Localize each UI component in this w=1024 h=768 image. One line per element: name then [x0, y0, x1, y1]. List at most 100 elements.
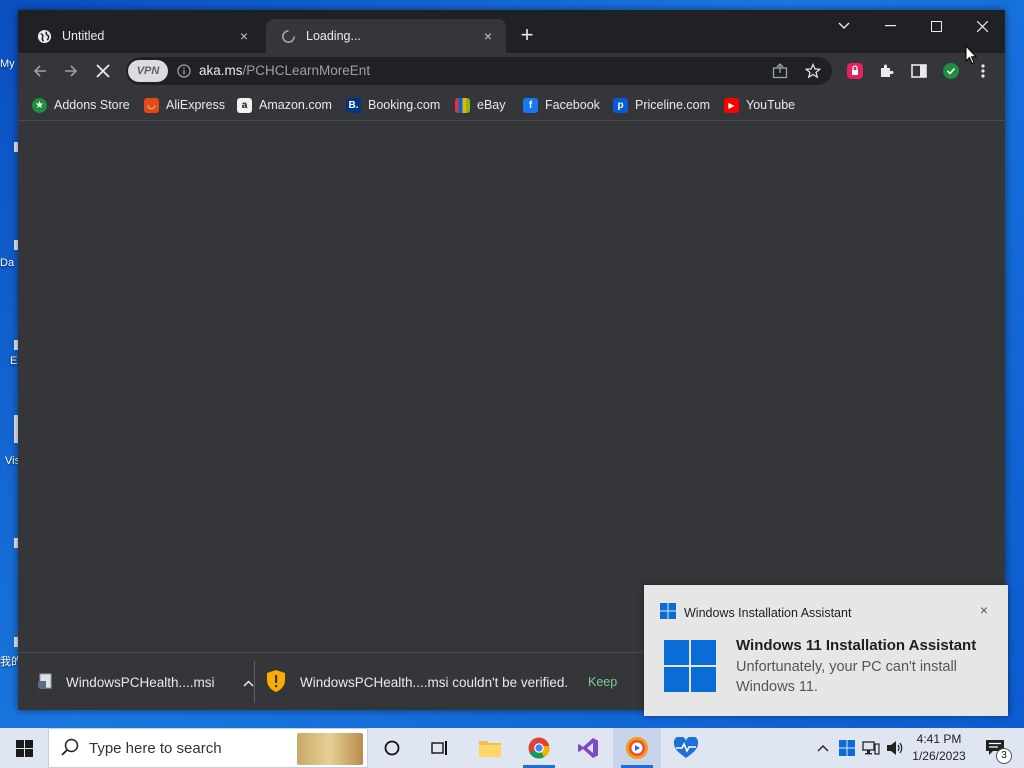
vpn-badge[interactable]: VPN	[128, 60, 168, 82]
bookmark-priceline[interactable]: p Priceline.com	[613, 96, 710, 114]
url-host: aka.ms	[199, 63, 243, 78]
chevron-down-icon	[838, 22, 850, 29]
close-tab-icon[interactable]: ×	[480, 28, 496, 44]
youtube-icon: ▶	[724, 97, 739, 113]
star-icon[interactable]	[804, 63, 822, 82]
task-view-icon	[431, 741, 447, 755]
visual-studio-icon	[578, 738, 598, 758]
facebook-icon: f	[523, 97, 538, 113]
folder-icon	[479, 741, 501, 757]
url-path: /PCHCLearnMoreEnt	[242, 63, 371, 78]
network-icon[interactable]	[860, 728, 882, 768]
loading-spinner-icon	[280, 28, 296, 44]
close-icon	[96, 64, 110, 78]
action-center-button[interactable]: 3	[980, 728, 1012, 768]
minimize-button[interactable]	[867, 10, 913, 42]
tab-loading[interactable]: Loading... ×	[266, 19, 506, 53]
visual-studio-button[interactable]	[564, 728, 612, 768]
tray-windows-update-icon[interactable]	[836, 728, 858, 768]
bookmark-label: eBay	[477, 98, 506, 112]
arrow-right-icon	[65, 65, 78, 77]
amazon-icon: a	[237, 97, 252, 113]
tab-untitled[interactable]: Untitled ×	[22, 19, 262, 53]
circle-icon	[384, 740, 400, 756]
side-panel-icon[interactable]	[909, 61, 929, 81]
close-window-button[interactable]	[959, 10, 1005, 42]
new-tab-button[interactable]: +	[515, 24, 539, 48]
desktop-label[interactable]: My	[0, 58, 15, 70]
desktop-label[interactable]: Da	[0, 257, 14, 269]
mouse-cursor-icon	[965, 45, 977, 65]
bookmark-label: YouTube	[746, 98, 796, 112]
tab-strip: Untitled × Loading... × +	[18, 10, 1005, 53]
download-item[interactable]: WindowsPCHealth....msi	[38, 653, 254, 711]
bookmark-label: Addons Store	[54, 98, 130, 112]
extension-lock-icon[interactable]	[845, 61, 865, 81]
chrome-icon	[528, 737, 550, 759]
shield-check-icon[interactable]	[941, 61, 961, 81]
globe-icon	[36, 28, 52, 44]
bookmark-label: Amazon.com	[259, 98, 332, 112]
show-hidden-icons-button[interactable]	[812, 728, 834, 768]
download-filename: WindowsPCHealth....msi	[66, 674, 215, 690]
info-icon[interactable]	[177, 64, 191, 81]
cortana-button[interactable]	[368, 728, 416, 768]
browser-app-button[interactable]	[613, 728, 661, 768]
windows-11-logo-icon	[664, 640, 716, 695]
divider	[254, 661, 255, 703]
address-bar[interactable]: VPN aka.ms/PCHCLearnMoreEnt	[126, 57, 832, 85]
toast-title: Windows 11 Installation Assistant	[736, 637, 977, 654]
keep-button[interactable]: Keep	[588, 653, 617, 711]
start-button[interactable]	[0, 728, 48, 768]
maximize-icon	[930, 20, 942, 32]
share-icon[interactable]	[772, 63, 788, 82]
priceline-icon: p	[613, 97, 628, 113]
stop-loading-button[interactable]	[91, 59, 115, 83]
download-warning-item[interactable]: WindowsPCHealth....msi couldn't be verif…	[266, 653, 636, 711]
taskbar-clock[interactable]: 4:41 PM 1/26/2023	[900, 731, 978, 765]
url-text[interactable]: aka.ms/PCHCLearnMoreEnt	[199, 63, 370, 78]
taskbar: Type here to search 4:41 PM 1/26/2023 3	[0, 728, 1024, 768]
close-icon	[976, 20, 988, 32]
addons-icon: ★	[32, 97, 47, 113]
back-button[interactable]	[28, 59, 52, 83]
bookmark-youtube[interactable]: ▶ YouTube	[724, 96, 795, 114]
tab-search-button[interactable]	[821, 10, 867, 42]
heart-pulse-icon	[673, 737, 699, 758]
search-icon	[61, 738, 79, 759]
clock-time: 4:41 PM	[916, 732, 962, 746]
windows-logo-icon	[15, 739, 33, 757]
desktop-label[interactable]: E	[10, 355, 17, 367]
forward-button[interactable]	[59, 59, 83, 83]
warning-shield-icon	[266, 669, 286, 696]
bookmark-amazon[interactable]: a Amazon.com	[237, 96, 332, 114]
bookmarks-bar: ★ Addons Store ◡ AliExpress a Amazon.com…	[18, 89, 1005, 121]
pc-health-check-button[interactable]	[662, 728, 710, 768]
bookmark-aliexpress[interactable]: ◡ AliExpress	[144, 96, 225, 114]
taskbar-search[interactable]: Type here to search	[48, 728, 368, 768]
puzzle-icon[interactable]	[877, 61, 897, 81]
tab-title: Loading...	[306, 29, 361, 43]
page-content[interactable]	[18, 122, 1005, 652]
bookmark-addons-store[interactable]: ★ Addons Store	[32, 96, 130, 114]
task-view-button[interactable]	[416, 728, 464, 768]
search-placeholder: Type here to search	[89, 739, 222, 757]
file-explorer-button[interactable]	[466, 728, 514, 768]
maximize-button[interactable]	[913, 10, 959, 42]
tab-title: Untitled	[62, 29, 105, 43]
installer-file-icon	[38, 673, 54, 692]
bookmark-facebook[interactable]: f Facebook	[523, 96, 600, 114]
notification-toast[interactable]: Windows Installation Assistant × Windows…	[644, 585, 1008, 716]
bookmark-booking[interactable]: B. Booking.com	[346, 96, 440, 114]
minimize-icon	[884, 25, 896, 27]
toolbar: VPN aka.ms/PCHCLearnMoreEnt	[18, 53, 1005, 89]
bookmark-ebay[interactable]: eBay	[455, 96, 506, 114]
bookmark-label: Priceline.com	[635, 98, 711, 112]
bookmark-label: AliExpress	[166, 98, 226, 112]
aliexpress-icon: ◡	[144, 97, 159, 113]
close-tab-icon[interactable]: ×	[236, 28, 252, 44]
chrome-button[interactable]	[515, 728, 563, 768]
chevron-up-icon[interactable]	[243, 675, 254, 690]
toast-body: Unfortunately, your PC can't install Win…	[736, 659, 957, 695]
close-toast-icon[interactable]: ×	[980, 603, 988, 617]
